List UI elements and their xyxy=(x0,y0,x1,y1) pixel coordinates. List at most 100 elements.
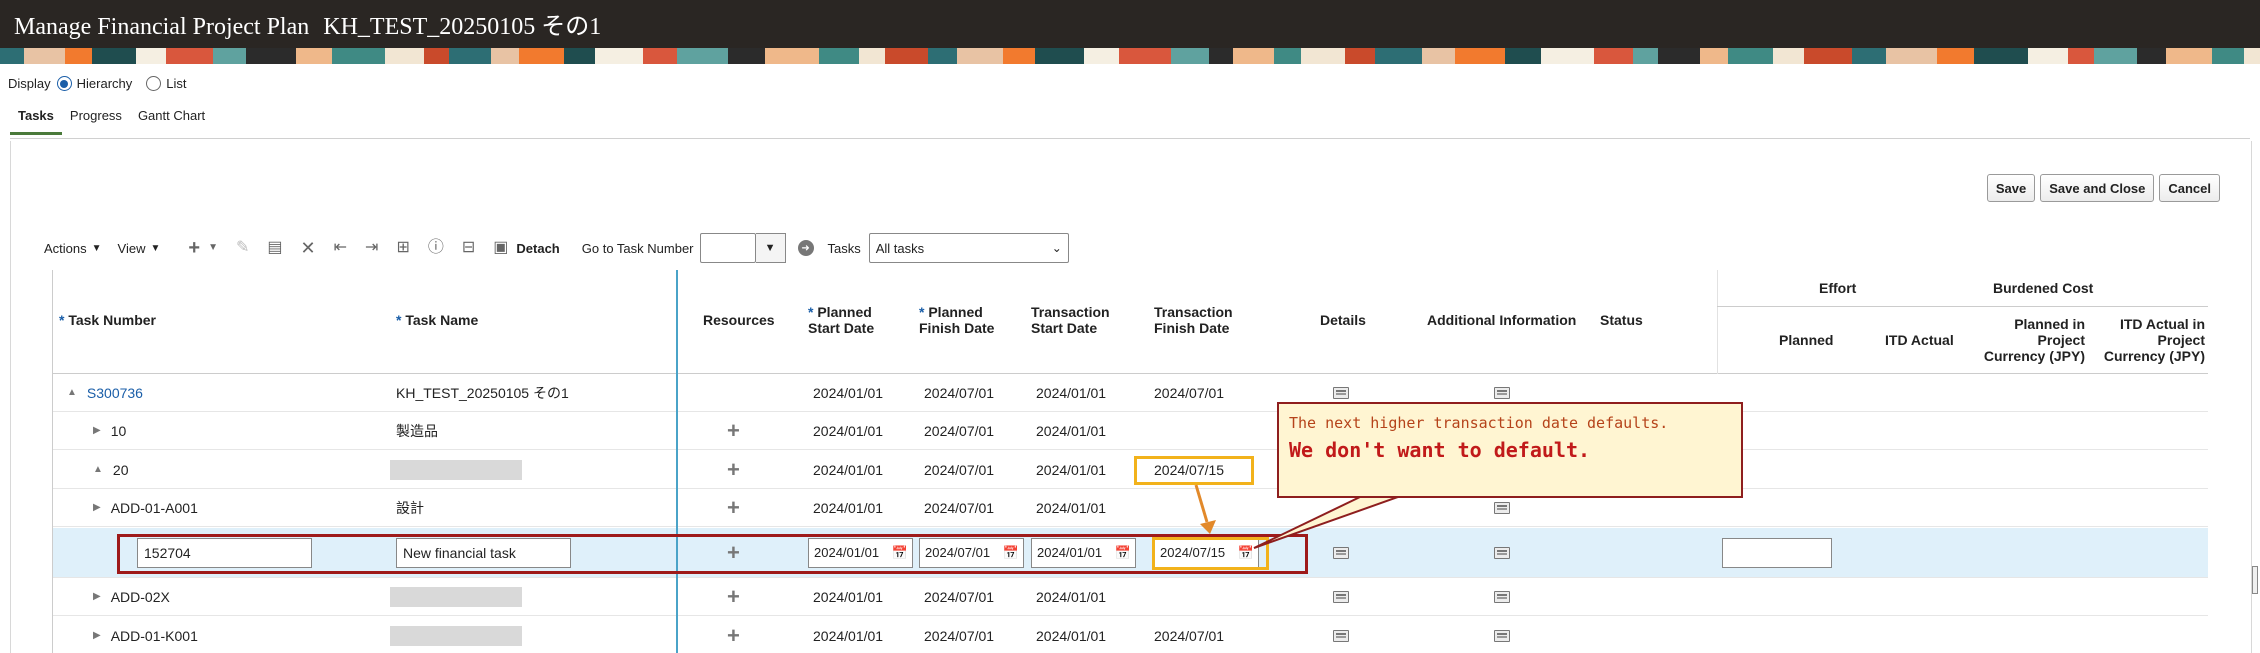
save-and-close-button[interactable]: Save and Close xyxy=(2040,174,2155,202)
indent-icon[interactable]: ⇤ xyxy=(334,240,347,256)
col-task-name[interactable]: * Task Name xyxy=(396,312,478,328)
col-trx-finish[interactable]: Transaction Finish Date xyxy=(1154,304,1233,336)
group-divider xyxy=(1717,270,1718,374)
detach-icon[interactable]: ▣ xyxy=(493,240,508,256)
expand-toggle-icon[interactable]: ▶ xyxy=(93,425,101,436)
additional-info-icon[interactable] xyxy=(1494,386,1510,399)
pattern-block xyxy=(677,48,728,64)
additional-info-icon[interactable] xyxy=(1494,546,1510,559)
cancel-button[interactable]: Cancel xyxy=(2159,174,2220,202)
details-icon[interactable] xyxy=(1333,546,1349,559)
pattern-block xyxy=(92,48,136,64)
add-icon[interactable]: + xyxy=(188,238,200,258)
highlight-new-task-trx-finish xyxy=(1152,537,1269,570)
action-buttons: Save Save and Close Cancel xyxy=(1986,174,2220,202)
col-cost-planned-line3: Currency (JPY) xyxy=(1983,348,2085,364)
goto-task-input[interactable] xyxy=(699,233,756,263)
col-planned-finish[interactable]: * Planned Finish Date xyxy=(919,304,994,336)
pattern-block xyxy=(1633,48,1658,64)
col-details[interactable]: Details xyxy=(1320,312,1366,328)
task-number: ADD-01-K001 xyxy=(110,627,198,644)
list-label[interactable]: List xyxy=(166,76,186,91)
planned-finish-date: 2024/07/01 xyxy=(924,422,995,439)
expand-toggle-icon[interactable]: ▲ xyxy=(67,387,77,398)
details-icon[interactable] xyxy=(1333,590,1349,603)
hierarchy-radio[interactable] xyxy=(56,76,72,91)
goto-task-label: Go to Task Number xyxy=(581,240,694,256)
add-resource-icon[interactable]: + xyxy=(727,457,740,483)
col-additional-info[interactable]: Additional Information xyxy=(1427,312,1576,328)
tasks-filter-select[interactable]: All tasks ⌄ xyxy=(868,233,1069,263)
table-toolbar: Actions ▼ View ▼ + ▼ ✎ ▤ ✕ ⇤ ⇥ ⊞ ⓘ ⊟ ▣ Det… xyxy=(44,232,1069,264)
col-cost-planned[interactable]: Planned in Project Currency (JPY) xyxy=(1971,316,2085,364)
outdent-icon[interactable]: ⇥ xyxy=(365,240,378,256)
details-icon[interactable] xyxy=(1333,386,1349,399)
pattern-block xyxy=(2166,48,2212,64)
pattern-block xyxy=(2068,48,2094,64)
col-cost-itd[interactable]: ITD Actual in Project Currency (JPY) xyxy=(2091,316,2205,364)
planned-start-date: 2024/01/01 xyxy=(813,499,884,516)
tab-progress[interactable]: Progress xyxy=(62,106,130,135)
list-radio[interactable] xyxy=(146,76,162,91)
pattern-block xyxy=(1937,48,1974,64)
additional-info-icon[interactable] xyxy=(1494,590,1510,603)
col-effort-itd[interactable]: ITD Actual xyxy=(1885,332,1954,348)
additional-info-icon[interactable] xyxy=(1494,501,1510,514)
pattern-block xyxy=(1804,48,1852,64)
details-icon[interactable] xyxy=(1333,629,1349,642)
col-planned-start[interactable]: * Planned Start Date xyxy=(808,304,874,336)
tab-gantt-chart[interactable]: Gantt Chart xyxy=(130,106,213,135)
pattern-block xyxy=(1171,48,1209,64)
scrollbar-handle[interactable] xyxy=(2252,566,2258,594)
add-resource-icon[interactable]: + xyxy=(727,584,740,610)
col-task-name-label: Task Name xyxy=(405,312,479,328)
col-task-number-label: Task Number xyxy=(68,312,157,328)
goto-task-dropdown[interactable]: ▼ xyxy=(755,233,786,263)
view-menu[interactable]: View ▼ xyxy=(118,241,161,256)
delete-icon[interactable]: ✕ xyxy=(301,239,316,257)
expand-toggle-icon[interactable]: ▶ xyxy=(93,630,101,641)
table-row[interactable]: ▲ 20 2024/01/01 2024/07/01 2024/01/01 2024/07… xyxy=(53,451,2208,489)
table-row[interactable]: ▶ ADD-01-A001 設計 2024/01/01 2024/07/01 2024/0… xyxy=(53,489,2208,527)
hierarchy-label[interactable]: Hierarchy xyxy=(77,76,133,91)
col-status[interactable]: Status xyxy=(1600,312,1643,328)
additional-info-icon[interactable] xyxy=(1494,629,1510,642)
header-decoration xyxy=(0,48,2260,64)
tasks-filter-value: All tasks xyxy=(875,240,925,256)
pattern-block xyxy=(1422,48,1455,64)
actions-menu[interactable]: Actions ▼ xyxy=(44,241,102,256)
actions-label: Actions xyxy=(44,240,87,256)
table-row[interactable]: ▲ S300736 KH_TEST_20250105 その1 2024/01/01 20… xyxy=(53,374,2208,412)
edit-icon[interactable]: ✎ xyxy=(236,240,249,256)
add-resource-icon[interactable]: + xyxy=(727,418,740,444)
add-resource-icon[interactable]: + xyxy=(727,495,740,521)
col-effort-planned[interactable]: Planned xyxy=(1779,332,1833,348)
detach-button[interactable]: Detach xyxy=(516,241,559,256)
add-resource-icon[interactable]: + xyxy=(727,623,740,649)
move-icon[interactable]: ⊞ xyxy=(396,240,409,256)
task-name: KH_TEST_20250105 その1 xyxy=(396,384,569,401)
table-row[interactable]: ▶ ADD-01-K001 2024/01/01 2024/07/01 2024/01/… xyxy=(53,617,2208,653)
expand-toggle-icon[interactable]: ▶ xyxy=(93,502,101,513)
col-task-number[interactable]: * Task Number xyxy=(59,312,156,328)
duplicate-icon[interactable]: ▤ xyxy=(267,240,282,256)
pattern-block xyxy=(564,48,595,64)
save-button[interactable]: Save xyxy=(1986,174,2036,202)
goto-arrow-icon[interactable]: ➜ xyxy=(797,240,814,256)
expand-toggle-icon[interactable]: ▶ xyxy=(93,591,101,602)
effort-planned-input[interactable] xyxy=(1722,537,1832,568)
task-name: 設計 xyxy=(396,499,424,516)
help-icon[interactable]: ⓘ xyxy=(428,240,444,256)
frozen-column-divider[interactable] xyxy=(676,270,678,653)
task-number[interactable]: S300736 xyxy=(87,385,143,401)
trx-start-date: 2024/01/01 xyxy=(1036,422,1107,439)
table-row[interactable]: ▶ 10 製造品 2024/01/01 2024/07/01 2024/01/01 + xyxy=(53,412,2208,450)
pattern-block xyxy=(166,48,213,64)
col-resources[interactable]: Resources xyxy=(703,312,775,328)
expand-toggle-icon[interactable]: ▲ xyxy=(93,464,103,475)
col-trx-start[interactable]: Transaction Start Date xyxy=(1031,304,1110,336)
add-dropdown-icon[interactable]: ▼ xyxy=(208,243,218,253)
tab-tasks[interactable]: Tasks xyxy=(10,106,62,135)
freeze-icon[interactable]: ⊟ xyxy=(462,240,475,256)
table-row[interactable]: ▶ ADD-02X 2024/01/01 2024/07/01 2024/01/01 + xyxy=(53,578,2208,616)
